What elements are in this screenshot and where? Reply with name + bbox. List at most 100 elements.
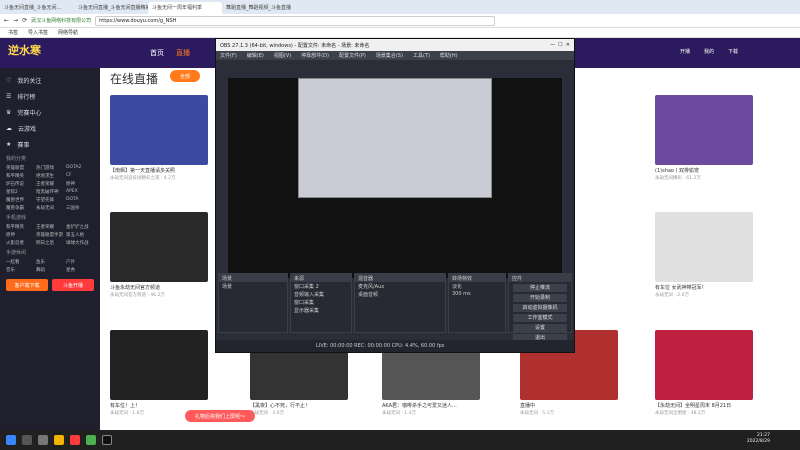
bookmark-2[interactable]: 导入书签 <box>28 29 48 36</box>
category-4[interactable]: 绝地求生 <box>36 173 64 179</box>
search-icon[interactable] <box>22 435 32 445</box>
obs-control-button[interactable]: 开始录制 <box>513 294 567 302</box>
explorer-icon[interactable] <box>54 435 64 445</box>
mobile-category-6[interactable]: 火影忍者 <box>6 240 34 246</box>
live-card[interactable]: (1)shao丨双排偷宠 永劫无间精彩 · 61.2万 <box>655 95 753 181</box>
dock-row[interactable]: 显示器采集 <box>291 306 351 314</box>
live-card[interactable]: 有车位 女武神带冠军！ 永劫无间 · 2.6万 <box>655 212 753 298</box>
card-thumbnail[interactable] <box>110 330 208 400</box>
mobile-category-3[interactable]: 原神 <box>6 232 34 238</box>
obs-menu-7[interactable]: 帮助(H) <box>440 52 458 59</box>
card-thumbnail[interactable] <box>655 330 753 400</box>
card-title[interactable]: 有车位！上！ <box>110 402 208 409</box>
mobile-category-2[interactable]: 金铲铲之战 <box>66 224 94 230</box>
category-7[interactable]: 王者荣耀 <box>36 181 64 187</box>
close-icon[interactable]: ✕ <box>566 42 570 48</box>
download-client-button[interactable]: 客户端下载 <box>6 279 48 291</box>
mobile-category-7[interactable]: 明日之后 <box>36 240 64 246</box>
tab-2[interactable]: 斗鱼无间直播_斗鱼无间直播精彩视频... <box>74 2 148 14</box>
header-link-3[interactable]: 下载 <box>728 48 738 55</box>
live-card[interactable]: 【南枫】第一天直播请多关照 永劫无间竞技场精彩之夜 · 4.2万 <box>110 95 208 181</box>
dock-row[interactable]: 场景 <box>219 282 287 290</box>
card-thumbnail[interactable] <box>110 212 208 282</box>
category-13[interactable]: 守望先锋 <box>36 197 64 203</box>
category-14[interactable]: DOTA <box>66 197 94 203</box>
card-title[interactable]: (1)shao丨双排偷宠 <box>655 167 753 174</box>
casual-category-1[interactable]: 鱼乐 <box>36 259 64 265</box>
nav-home[interactable]: 首页 <box>150 48 164 58</box>
sidebar-item-cloud[interactable]: ☁ 云游戏 <box>6 120 94 136</box>
maximize-icon[interactable]: ☐ <box>558 42 562 48</box>
category-15[interactable]: 魔兽争霸 <box>6 205 34 211</box>
mobile-category-8[interactable]: 球球大作战 <box>66 240 94 246</box>
windows-icon[interactable] <box>6 435 16 445</box>
mobile-category-4[interactable]: 英雄联盟手游 <box>36 232 64 238</box>
category-17[interactable]: 三国杀 <box>66 205 94 211</box>
live-card[interactable]: 有车位！上！ 永劫无间 · 1.8万 <box>110 330 208 416</box>
sidebar-item-follow[interactable]: ♡ 我的关注 <box>6 72 94 88</box>
category-9[interactable]: 星际2 <box>6 189 34 195</box>
category-8[interactable]: 原神 <box>66 181 94 187</box>
dock-row[interactable]: 窗口采集 <box>291 298 351 306</box>
sidebar-item-match[interactable]: ♛ 完赛中心 <box>6 104 94 120</box>
header-link-2[interactable]: 我的 <box>704 48 714 55</box>
tab-4[interactable]: 舞蹈直播_舞蹈视频_斗鱼直播 <box>222 2 296 14</box>
dock-row[interactable]: 300 ms <box>449 290 505 298</box>
category-12[interactable]: 魔兽世界 <box>6 197 34 203</box>
dock-row[interactable]: 麦克风/Aux <box>355 282 445 290</box>
live-card[interactable]: 【永劫无间】全明星周末 8月21日 永劫无间全明星 · 48.2万 <box>655 330 753 416</box>
bookmark-1[interactable]: 书签 <box>8 29 18 36</box>
category-10[interactable]: 暗黑破坏神 <box>36 189 64 195</box>
mobile-category-1[interactable]: 王者荣耀 <box>36 224 64 230</box>
nav-live[interactable]: 直播 <box>176 48 190 58</box>
sidebar-item-rank[interactable]: ☰ 排行榜 <box>6 88 94 104</box>
header-link-1[interactable]: 开播 <box>680 48 690 55</box>
category-5[interactable]: CF <box>66 173 94 179</box>
browser-icon[interactable] <box>86 435 96 445</box>
category-11[interactable]: APEX <box>66 189 94 195</box>
category-16[interactable]: 永劫无间 <box>36 205 64 211</box>
tab-3[interactable]: 斗鱼无间一周年福利季 <box>148 2 222 14</box>
obs-control-button[interactable]: 停止推流 <box>513 284 567 292</box>
card-thumbnail[interactable] <box>655 212 753 282</box>
obs-icon[interactable] <box>102 435 112 445</box>
category-6[interactable]: 炉石传说 <box>6 181 34 187</box>
dock-row[interactable]: 音频输入采集 <box>291 290 351 298</box>
dock-row[interactable]: 淡化 <box>449 282 505 290</box>
mobile-category-0[interactable]: 和平精英 <box>6 224 34 230</box>
casual-category-5[interactable]: 星秀 <box>66 267 94 273</box>
back-icon[interactable]: ← <box>4 17 9 24</box>
casual-category-2[interactable]: 户外 <box>66 259 94 265</box>
card-title[interactable]: AKA君：咖啡杀手之可爱又迷人... <box>382 402 480 409</box>
obs-menu-4[interactable]: 配置文件(P) <box>339 52 366 59</box>
all-button[interactable]: 全部 <box>170 70 200 82</box>
live-card[interactable]: 斗鱼永劫无间官方频道 永劫无间官方频道 · 46.2万 <box>110 212 208 298</box>
obs-control-button[interactable]: 工作室模式 <box>513 314 567 322</box>
card-thumbnail[interactable] <box>655 95 753 165</box>
dock-row[interactable]: 桌面音频 <box>355 290 445 298</box>
card-title[interactable]: 斗鱼永劫无间官方频道 <box>110 284 208 291</box>
taskview-icon[interactable] <box>38 435 48 445</box>
card-thumbnail[interactable] <box>110 95 208 165</box>
category-2[interactable]: DOTA2 <box>66 165 94 171</box>
obs-menu-6[interactable]: 工具(T) <box>413 52 430 59</box>
casual-category-0[interactable]: 一起看 <box>6 259 34 265</box>
bookmark-3[interactable]: 网络导航 <box>58 29 78 36</box>
obs-menu-0[interactable]: 文件(F) <box>220 52 237 59</box>
obs-menu-3[interactable]: 停靠部件(D) <box>301 52 329 59</box>
start-live-button[interactable]: 斗鱼开播 <box>52 279 94 291</box>
obs-menu-1[interactable]: 编辑(E) <box>247 52 264 59</box>
card-title[interactable]: 【永劫无间】全明星周末 8月21日 <box>655 402 753 409</box>
site-logo[interactable]: 逆水寒 <box>8 42 41 58</box>
card-title[interactable]: 直播中 <box>520 402 618 409</box>
category-0[interactable]: 英雄联盟 <box>6 165 34 171</box>
casual-category-3[interactable]: 音乐 <box>6 267 34 273</box>
category-3[interactable]: 和平精英 <box>6 173 34 179</box>
casual-category-4[interactable]: 舞蹈 <box>36 267 64 273</box>
url-input[interactable]: https://www.douyu.com/g_NSH <box>95 15 496 26</box>
obs-control-button[interactable]: 设置 <box>513 324 567 332</box>
card-title[interactable]: 【黑夜】心不死，行不止！ <box>250 402 348 409</box>
obs-menu-5[interactable]: 场景集合(S) <box>376 52 403 59</box>
mobile-category-5[interactable]: 第五人格 <box>66 232 94 238</box>
gift-toast[interactable]: 礼物后将我们上屏呢～ <box>185 410 255 422</box>
